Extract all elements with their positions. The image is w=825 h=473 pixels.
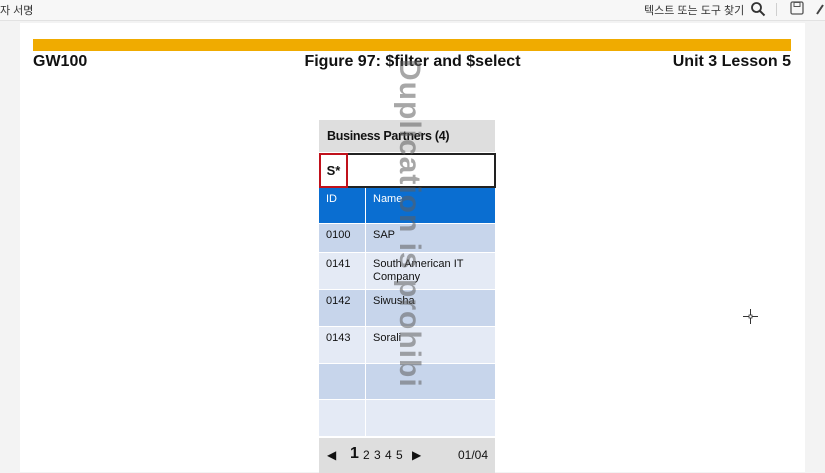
- search-icon[interactable]: [750, 1, 766, 17]
- accent-bar: [33, 39, 791, 51]
- cell-name: [366, 400, 495, 436]
- cell-name: Siwusha: [373, 295, 415, 307]
- cell-name: SAP: [373, 229, 396, 241]
- prev-page-icon: ◀: [327, 448, 337, 462]
- watermark: Duplication is prohibi: [393, 59, 426, 388]
- column-header-id: ID: [319, 188, 366, 223]
- cell-id: 0100: [319, 224, 366, 252]
- current-page: 1: [350, 445, 359, 462]
- cell-id: 0143: [319, 327, 366, 363]
- save-icon[interactable]: [790, 1, 804, 15]
- find-tools-label[interactable]: 텍스트 또는 도구 찾기: [644, 2, 744, 18]
- move-cursor-icon: [743, 309, 758, 324]
- unit-lesson: Unit 3 Lesson 5: [672, 53, 791, 70]
- cell-name: Sorali: [373, 332, 402, 344]
- cell-name: [366, 364, 495, 399]
- cell-id: [319, 364, 366, 399]
- cell-id: 0142: [319, 290, 366, 326]
- column-header-name: Name: [373, 193, 403, 205]
- cell-id: [319, 400, 366, 436]
- course-code: GW100: [33, 53, 88, 70]
- edit-icon[interactable]: [815, 2, 825, 16]
- signature-menu[interactable]: 자 서명: [0, 2, 33, 18]
- page-counter: 01/04: [457, 448, 488, 462]
- mockup-search-value: S*: [319, 153, 348, 188]
- viewer-toolbar: 자 서명 텍스트 또는 도구 찾기: [0, 0, 825, 21]
- toolbar-divider: [776, 3, 777, 16]
- cell-name: South American IT Company: [373, 258, 464, 283]
- document-page: Figure 97: $filter and $select GW100 Uni…: [20, 23, 805, 473]
- cell-id: 0141: [319, 253, 366, 289]
